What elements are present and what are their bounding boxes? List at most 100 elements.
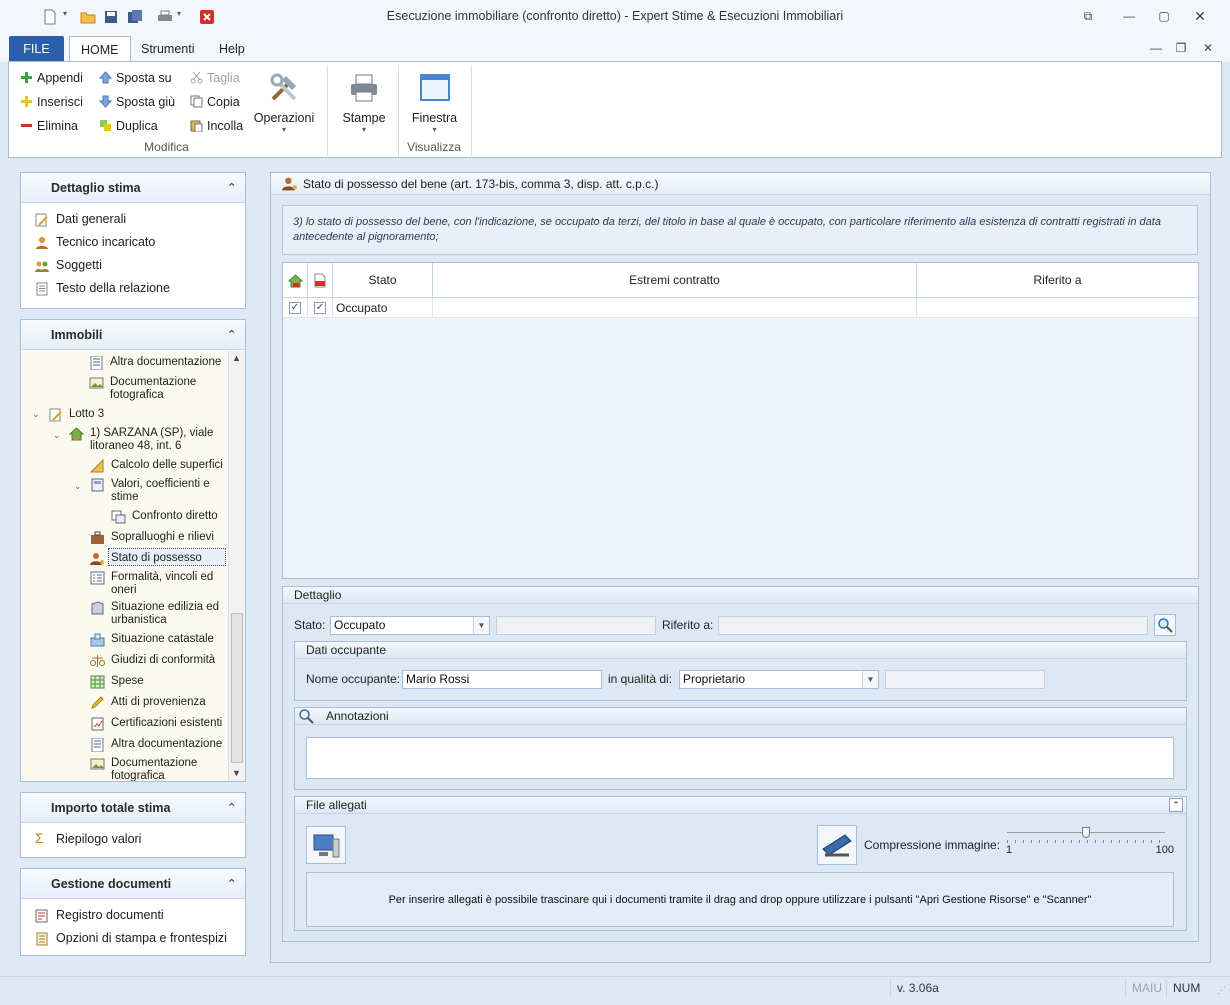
grid-cell-estremi[interactable]	[433, 298, 917, 318]
tree-node[interactable]: Giudizi di conformità	[90, 654, 215, 667]
nav-dati-generali[interactable]: Dati generali	[21, 208, 245, 231]
tree-node[interactable]: Documentazione fotografica	[90, 757, 223, 781]
nav-soggetti[interactable]: Soggetti	[21, 254, 245, 277]
slider-thumb[interactable]	[1082, 827, 1090, 838]
tree-node-lotto[interactable]: Lotto 3	[49, 408, 104, 422]
col-header-stato[interactable]: Stato	[333, 263, 433, 298]
tree-node[interactable]: Sopralluoghi e rilievi	[91, 531, 214, 544]
expand-arrow-icon[interactable]: ⌄	[74, 480, 82, 493]
compression-slider[interactable]: 1 100	[1006, 827, 1174, 857]
move-down-button[interactable]: Sposta giù	[99, 92, 175, 112]
paste-button[interactable]: Incolla	[190, 116, 243, 136]
col-header-riferito[interactable]: Riferito a	[917, 263, 1198, 298]
grid-cell-stato[interactable]: Occupato	[333, 298, 433, 318]
nav-riepilogo-valori[interactable]: Σ Riepilogo valori	[21, 828, 245, 851]
window-menu-button[interactable]: Finestra ▾	[407, 72, 462, 134]
nav-tecnico-incaricato[interactable]: Tecnico incaricato	[21, 231, 245, 254]
tree-node[interactable]: Documentazione fotografica	[89, 376, 222, 402]
paste-icon	[190, 120, 203, 132]
row-checkbox-2[interactable]: ✓	[314, 302, 326, 314]
scanner-button[interactable]	[817, 825, 857, 865]
row-checkbox-1[interactable]: ✓	[289, 302, 301, 314]
scroll-down-icon[interactable]: ▼	[232, 768, 241, 778]
copy-button[interactable]: Copia	[190, 92, 240, 112]
tab-help[interactable]: Help	[208, 36, 256, 62]
collapse-chevron-icon[interactable]: ⌃	[227, 173, 237, 203]
expand-arrow-icon[interactable]: ⌄	[32, 408, 40, 421]
close-button[interactable]: ✕	[1191, 8, 1209, 24]
dropdown-arrow-icon[interactable]: ▼	[473, 617, 489, 634]
stato-extra-field[interactable]	[496, 616, 656, 635]
main-panel-title: Stato di possesso del bene (art. 173-bis…	[303, 177, 659, 191]
delete-button[interactable]: Elimina	[20, 116, 78, 136]
tab-file[interactable]: FILE	[9, 36, 64, 62]
grid-cell-check2[interactable]: ✓	[308, 298, 333, 318]
spreadsheet-icon	[90, 675, 105, 689]
tab-home[interactable]: HOME	[69, 36, 131, 63]
panel-header[interactable]: Dettaglio stima ⌃	[21, 173, 245, 203]
tree-node[interactable]: Calcolo delle superfici	[90, 459, 223, 473]
resize-grip-icon[interactable]: ⋰	[1217, 985, 1226, 996]
tree-scrollbar[interactable]: ▲ ▼	[228, 351, 245, 781]
qualita-extra-field[interactable]	[885, 670, 1045, 689]
cut-button[interactable]: Taglia	[190, 68, 240, 88]
collapse-chevron-icon[interactable]: ⌃	[227, 793, 237, 823]
grid-cell-check1[interactable]: ✓	[283, 298, 308, 318]
col-header-pdf[interactable]	[308, 263, 333, 298]
maximize-button[interactable]: ▢	[1155, 8, 1173, 24]
printer-icon	[351, 74, 377, 102]
qualita-label: in qualità di:	[608, 672, 673, 686]
grid-cell-riferito[interactable]	[917, 298, 1198, 318]
tree-node-stato-possesso[interactable]: Stato di possesso	[90, 552, 202, 565]
tree-node-confronto[interactable]: Confronto diretto	[111, 510, 218, 524]
annotazioni-textarea[interactable]	[306, 737, 1174, 779]
legal-reference-text: 3) lo stato di possesso del bene, con l'…	[282, 205, 1198, 255]
ribbon-close-button[interactable]: ✕	[1199, 40, 1217, 56]
move-up-button[interactable]: Sposta su	[99, 68, 172, 88]
panel-header[interactable]: Importo totale stima ⌃	[21, 793, 245, 823]
collapse-chevron-icon[interactable]: ⌃	[227, 320, 237, 350]
nome-occupante-input[interactable]: Mario Rossi	[402, 670, 602, 689]
drop-zone[interactable]: Per inserire allegati è possibile trasci…	[306, 872, 1174, 927]
scroll-thumb[interactable]	[231, 613, 243, 763]
col-header-estremi[interactable]: Estremi contratto	[433, 263, 917, 298]
duplicate-button[interactable]: Duplica	[99, 116, 158, 136]
append-button[interactable]: Appendi	[20, 68, 83, 88]
stato-dropdown[interactable]: Occupato ▼	[330, 616, 490, 635]
tree-node[interactable]: Situazione edilizia ed urbanistica	[91, 601, 223, 627]
tree-node[interactable]: Altra documentazione	[90, 356, 221, 370]
tree-node[interactable]: Certificazioni esistenti	[91, 717, 222, 731]
tree-node[interactable]: Atti di provenienza	[91, 696, 206, 709]
qualita-dropdown[interactable]: Proprietario ▼	[679, 670, 879, 689]
nav-testo-relazione[interactable]: Testo della relazione	[21, 277, 245, 300]
tree-node[interactable]: Situazione catastale	[90, 633, 214, 647]
ribbon-restore-button[interactable]: ❐	[1172, 40, 1190, 56]
window-label: Finestra	[411, 111, 458, 125]
panel-header[interactable]: Immobili ⌃	[21, 320, 245, 350]
search-button[interactable]	[1154, 614, 1176, 636]
riferito-field[interactable]	[718, 616, 1148, 635]
collapse-chevron-icon[interactable]: ⌃	[227, 869, 237, 899]
operations-button[interactable]: Operazioni ▾	[253, 72, 315, 134]
minimize-button[interactable]: —	[1120, 8, 1138, 24]
tree-node[interactable]: Formalità, vincoli ed oneri	[90, 571, 223, 597]
scroll-up-icon[interactable]: ▲	[232, 353, 241, 363]
collapse-allegati-icon[interactable]: ⌃	[1169, 798, 1183, 812]
insert-button[interactable]: Inserisci	[20, 92, 83, 112]
tree-node[interactable]: Spese	[90, 675, 144, 689]
panel-header[interactable]: Gestione documenti ⌃	[21, 869, 245, 899]
compact-view-icon[interactable]: ⧉	[1079, 8, 1097, 24]
nav-opzioni-stampa[interactable]: Opzioni di stampa e frontespizi	[21, 927, 245, 950]
dropdown-arrow-icon[interactable]: ▼	[862, 671, 878, 688]
expand-arrow-icon[interactable]: ⌄	[53, 429, 61, 442]
col-header-home[interactable]	[283, 263, 308, 298]
ribbon-minimize-button[interactable]: —	[1147, 40, 1165, 56]
apri-gestione-risorse-button[interactable]	[306, 826, 346, 864]
tree-node[interactable]: Altra documentazione	[91, 738, 222, 752]
tree-node[interactable]: Valori, coefficienti e stime	[91, 478, 223, 504]
tree-node-bene[interactable]: 1) SARZANA (SP), viale litoraneo 48, int…	[69, 427, 225, 453]
nav-registro-documenti[interactable]: Registro documenti	[21, 904, 245, 927]
zoom-icon[interactable]	[298, 708, 314, 724]
tab-strumenti[interactable]: Strumenti	[130, 36, 206, 62]
print-menu-button[interactable]: Stampe ▾	[339, 72, 389, 134]
